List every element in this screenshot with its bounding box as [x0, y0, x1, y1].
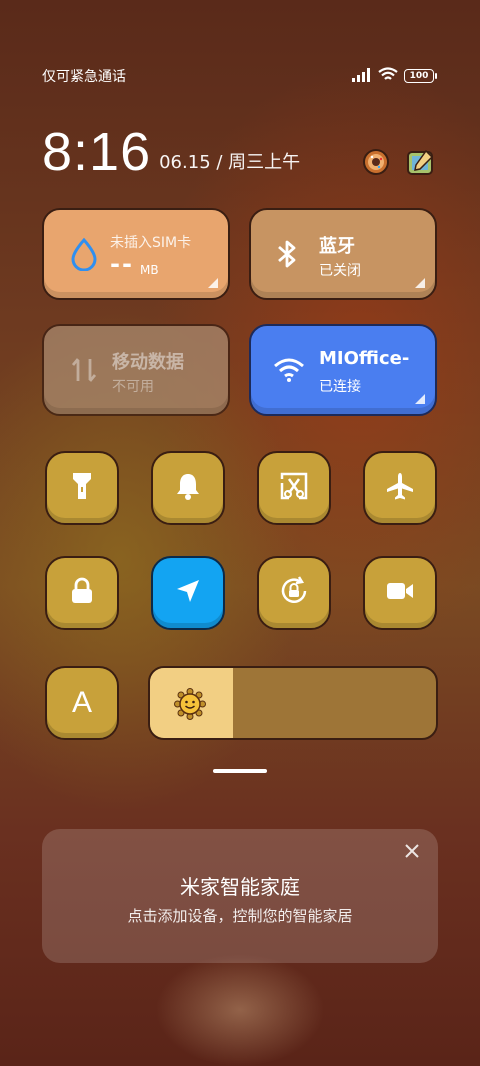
mobile-data-tile[interactable]: 移动数据 不可用	[42, 324, 230, 416]
data-arrows-icon	[66, 352, 102, 388]
flashlight-toggle[interactable]	[45, 451, 119, 525]
clock-date: 06.15 / 周三上午	[159, 152, 301, 173]
silent-toggle[interactable]	[151, 451, 225, 525]
location-arrow-icon	[174, 577, 202, 609]
wifi-status: 已连接	[319, 379, 361, 395]
carrier-text: 仅可紧急通话	[42, 69, 126, 85]
mihome-subtitle: 点击添加设备，控制您的智能家居	[127, 907, 353, 925]
rotation-lock-toggle[interactable]	[257, 556, 331, 630]
shortcut-apps	[362, 148, 434, 176]
bluetooth-tile[interactable]: 蓝牙 已关闭	[249, 208, 437, 300]
data-usage-tile[interactable]: 未插入SIM卡 -- MB	[42, 208, 230, 300]
expand-corner-icon	[415, 278, 425, 288]
airplane-toggle[interactable]	[363, 451, 437, 525]
airplane-icon	[385, 471, 415, 505]
wifi-tile-icon	[271, 352, 307, 388]
data-usage-value: --	[110, 250, 134, 278]
paint-app-icon[interactable]	[406, 148, 434, 176]
auto-brightness-label: A	[71, 686, 92, 719]
brightness-slider[interactable]	[148, 666, 438, 740]
flashlight-icon	[69, 471, 95, 505]
clock-time: 8:16	[42, 122, 152, 182]
bluetooth-status: 已关闭	[319, 263, 361, 279]
water-drop-icon	[66, 236, 102, 272]
expand-corner-icon	[208, 278, 218, 288]
mobile-data-status: 不可用	[112, 379, 154, 395]
signal-icon	[352, 67, 372, 86]
wifi-network-name: MIOffice-	[319, 348, 410, 369]
location-toggle[interactable]	[151, 556, 225, 630]
battery-icon: 100	[404, 69, 437, 83]
rotation-lock-icon	[278, 575, 310, 611]
wifi-icon	[378, 66, 398, 86]
status-bar: 仅可紧急通话 100	[42, 64, 437, 88]
screenshot-toggle[interactable]	[257, 451, 331, 525]
sun-icon	[174, 688, 206, 724]
bluetooth-icon	[269, 236, 305, 272]
lock-icon	[69, 577, 95, 609]
lock-toggle[interactable]	[45, 556, 119, 630]
screen-record-toggle[interactable]	[363, 556, 437, 630]
drag-handle[interactable]	[213, 769, 267, 773]
close-icon[interactable]	[400, 839, 424, 863]
wifi-tile[interactable]: MIOffice- 已连接	[249, 324, 437, 416]
auto-brightness-button[interactable]: A	[45, 666, 119, 740]
donut-app-icon[interactable]	[362, 148, 390, 176]
data-usage-title: 未插入SIM卡	[110, 235, 192, 251]
bell-icon	[174, 471, 202, 505]
mobile-data-title: 移动数据	[112, 352, 184, 373]
mihome-card[interactable]: 米家智能家庭 点击添加设备，控制您的智能家居	[42, 829, 438, 963]
data-usage-unit: MB	[140, 263, 159, 277]
expand-corner-icon	[415, 394, 425, 404]
status-icons: 100	[352, 66, 437, 86]
mihome-title: 米家智能家庭	[180, 875, 300, 899]
clock-row: 8:16 06.15 / 周三上午	[42, 124, 434, 180]
scissors-icon	[279, 471, 309, 505]
video-camera-icon	[385, 580, 415, 606]
bluetooth-title: 蓝牙	[319, 236, 355, 257]
